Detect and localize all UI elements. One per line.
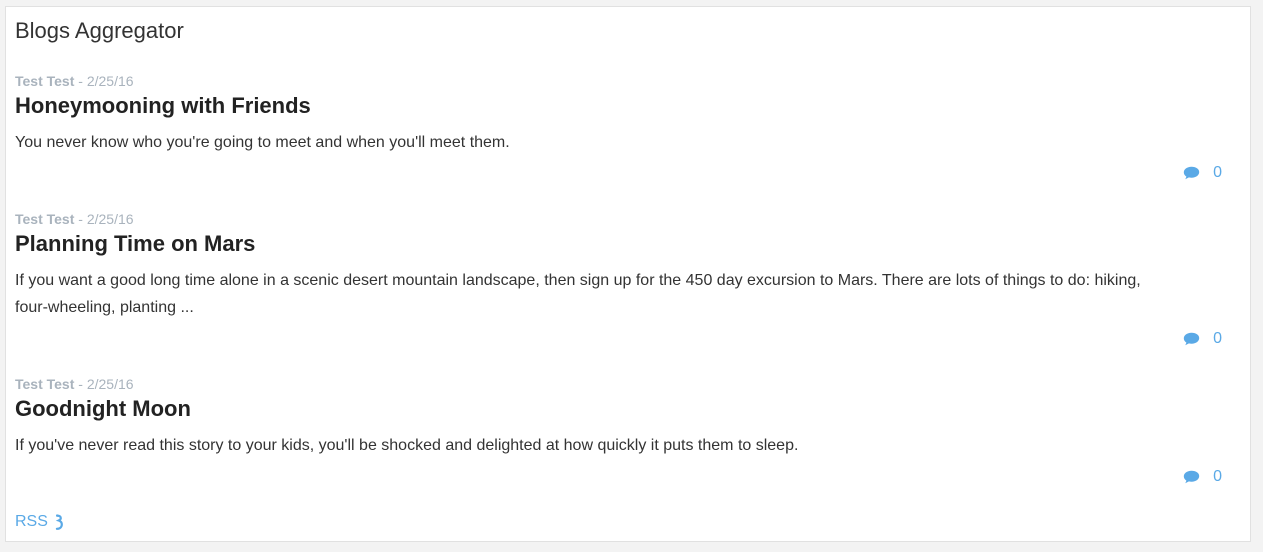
rss-label: RSS	[15, 513, 48, 530]
post-date: - 2/25/16	[78, 73, 134, 89]
post-excerpt: If you want a good long time alone in a …	[15, 272, 1141, 316]
post-item: Test Test - 2/25/16 Planning Time on Mar…	[15, 210, 1222, 347]
post-meta: Test Test - 2/25/16	[15, 375, 1222, 393]
post-date: - 2/25/16	[78, 211, 134, 227]
comment-icon	[1183, 470, 1200, 484]
post-meta: Test Test - 2/25/16	[15, 72, 1222, 90]
post-excerpt: You never know who you're going to meet …	[15, 134, 510, 151]
post-title[interactable]: Honeymooning with Friends	[15, 92, 1222, 120]
comment-count: 0	[1213, 164, 1222, 181]
comments-link[interactable]: 0	[1183, 163, 1222, 183]
rss-link[interactable]: RSS	[15, 512, 65, 532]
post-excerpt: If you've never read this story to your …	[15, 437, 799, 454]
comments-link[interactable]: 0	[1183, 467, 1222, 487]
comments-link[interactable]: 0	[1183, 329, 1222, 349]
post-title[interactable]: Goodnight Moon	[15, 395, 1222, 423]
post-author: Test Test	[15, 376, 75, 392]
post-title[interactable]: Planning Time on Mars	[15, 230, 1222, 258]
blogs-aggregator-panel: Blogs Aggregator Test Test - 2/25/16 Hon…	[5, 6, 1251, 542]
post-author: Test Test	[15, 73, 75, 89]
comment-icon	[1183, 166, 1200, 180]
page-title: Blogs Aggregator	[15, 18, 184, 43]
comment-count: 0	[1213, 468, 1222, 485]
comment-icon	[1183, 332, 1200, 346]
post-author: Test Test	[15, 211, 75, 227]
post-item: Test Test - 2/25/16 Goodnight Moon If yo…	[15, 375, 1222, 485]
rss-icon	[55, 514, 65, 530]
post-item: Test Test - 2/25/16 Honeymooning with Fr…	[15, 72, 1222, 181]
comment-count: 0	[1213, 330, 1222, 347]
post-date: - 2/25/16	[78, 376, 134, 392]
post-meta: Test Test - 2/25/16	[15, 210, 1222, 228]
